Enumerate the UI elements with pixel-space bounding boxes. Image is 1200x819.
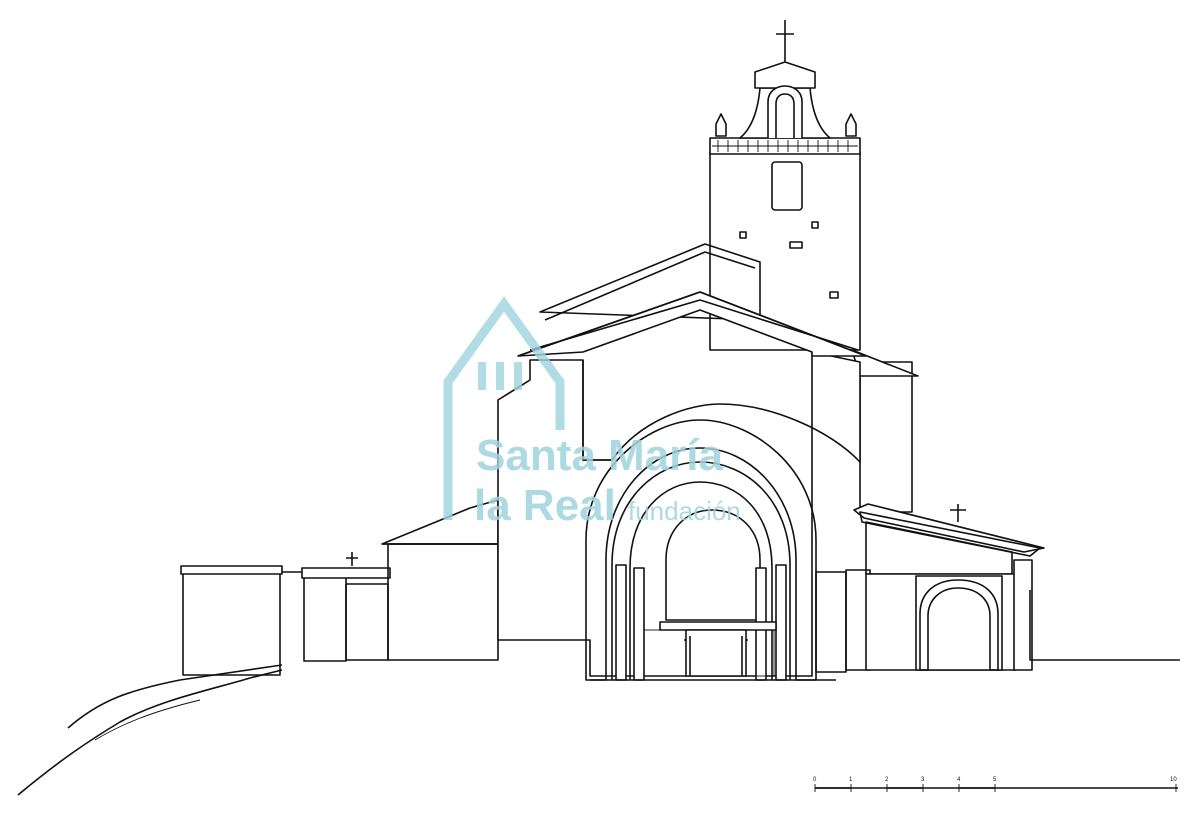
scale-label-1: 1: [849, 777, 853, 783]
bell-tower: [709, 20, 861, 351]
left-rubble-wall: [180, 565, 391, 676]
right-side-strip: [815, 569, 871, 673]
scale-label-4: 4: [957, 777, 961, 783]
scale-label-2: 2: [885, 777, 889, 783]
scale-label-10: 10: [1170, 777, 1177, 783]
watermark-line3: fundación: [628, 496, 741, 526]
scale-label-5: 5: [993, 777, 997, 783]
right-buttress-wall: [851, 349, 919, 513]
scale-bar: 0 1 2 3 4 5 10: [813, 777, 1178, 792]
watermark-line2: la Real: [474, 481, 616, 530]
scale-label-3: 3: [921, 777, 925, 783]
cross-left-wall: [346, 552, 358, 566]
right-porch: [853, 503, 1045, 671]
church-elevation-drawing: Santa María la Real fundación 0 1 2 3 4 …: [17, 20, 1180, 796]
scale-label-0: 0: [813, 777, 817, 783]
watermark-line1: Santa María: [476, 431, 724, 480]
terrain-line: [17, 669, 283, 796]
